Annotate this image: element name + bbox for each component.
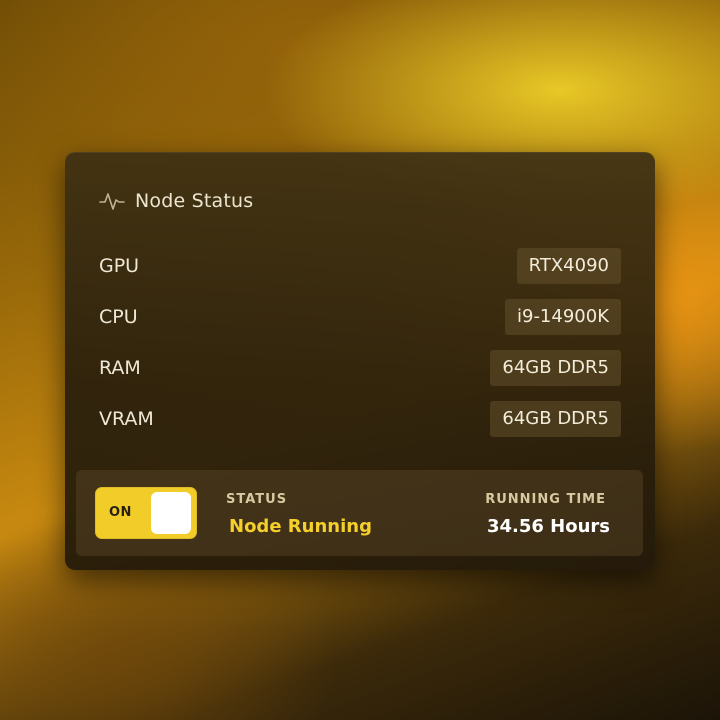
status-value: Node Running	[229, 516, 372, 537]
toggle-label: ON	[109, 505, 132, 520]
spec-row-cpu: CPU i9-14900K	[99, 299, 621, 335]
status-label: STATUS	[226, 492, 288, 507]
spec-label: RAM	[99, 357, 141, 379]
spec-value-badge: 64GB DDR5	[490, 350, 621, 386]
spec-value-badge: 64GB DDR5	[490, 401, 621, 437]
spec-row-vram: VRAM 64GB DDR5	[99, 401, 621, 437]
spec-value-badge: i9-14900K	[504, 299, 621, 335]
spec-label: GPU	[99, 255, 140, 277]
running-time-value: 34.56 Hours	[486, 516, 610, 537]
spec-row-ram: RAM 64GB DDR5	[99, 350, 621, 386]
status-panel: ON STATUS Node Running RUNNING TIME 34.5…	[76, 470, 643, 556]
running-time-label: RUNNING TIME	[485, 492, 606, 507]
pulse-icon	[99, 188, 125, 214]
node-power-toggle[interactable]: ON	[95, 487, 197, 539]
spec-label: CPU	[99, 306, 138, 328]
spec-label: VRAM	[99, 408, 154, 430]
card-header: Node Status	[99, 188, 253, 214]
card-title: Node Status	[135, 190, 254, 212]
toggle-knob[interactable]	[151, 492, 191, 534]
spec-row-gpu: GPU RTX4090	[99, 248, 621, 284]
node-status-card: Node Status GPU RTX4090 CPU i9-14900K RA…	[65, 152, 655, 570]
spec-value-badge: RTX4090	[516, 248, 621, 284]
